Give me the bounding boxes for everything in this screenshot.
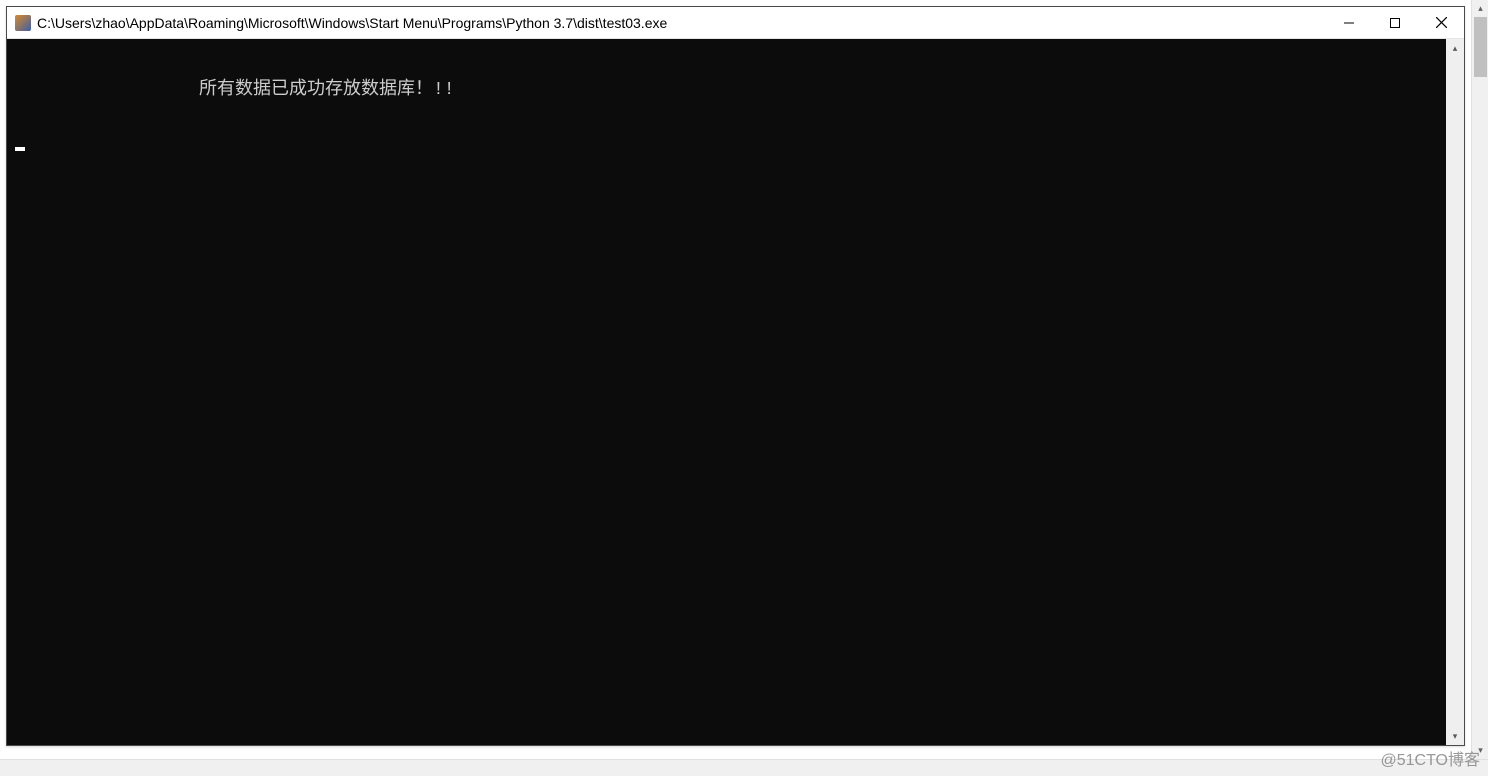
console-body[interactable]: 所有数据已成功存放数据库！!! bbox=[7, 39, 1446, 745]
titlebar[interactable]: C:\Users\zhao\AppData\Roaming\Microsoft\… bbox=[7, 7, 1464, 39]
outer-scroll-area: C:\Users\zhao\AppData\Roaming\Microsoft\… bbox=[0, 0, 1488, 759]
outer-scroll-up-icon[interactable]: ▴ bbox=[1472, 0, 1488, 17]
app-icon bbox=[15, 15, 31, 31]
outer-scrollbar-vertical[interactable]: ▴ ▾ bbox=[1471, 0, 1488, 759]
text-cursor bbox=[15, 147, 25, 151]
maximize-button[interactable] bbox=[1372, 7, 1418, 38]
window-title: C:\Users\zhao\AppData\Roaming\Microsoft\… bbox=[37, 15, 1326, 31]
console-output-line: 所有数据已成功存放数据库！!! bbox=[13, 43, 1446, 104]
console-scrollbar-vertical[interactable]: ▴ ▾ bbox=[1446, 39, 1464, 745]
console-body-wrap: 所有数据已成功存放数据库！!! ▴ ▾ bbox=[7, 39, 1464, 745]
browser-viewport: C:\Users\zhao\AppData\Roaming\Microsoft\… bbox=[0, 0, 1488, 776]
close-button[interactable] bbox=[1418, 7, 1464, 38]
outer-scrollbar-horizontal[interactable] bbox=[0, 759, 1488, 776]
scroll-up-icon[interactable]: ▴ bbox=[1446, 39, 1464, 57]
window-controls bbox=[1326, 7, 1464, 38]
scroll-down-icon[interactable]: ▾ bbox=[1446, 727, 1464, 745]
console-window: C:\Users\zhao\AppData\Roaming\Microsoft\… bbox=[6, 6, 1465, 746]
outer-scroll-thumb[interactable] bbox=[1474, 17, 1487, 77]
minimize-icon bbox=[1344, 18, 1354, 28]
outer-content: C:\Users\zhao\AppData\Roaming\Microsoft\… bbox=[0, 0, 1471, 759]
minimize-button[interactable] bbox=[1326, 7, 1372, 38]
outer-scroll-down-icon[interactable]: ▾ bbox=[1472, 742, 1488, 759]
close-icon bbox=[1436, 17, 1447, 28]
maximize-icon bbox=[1390, 18, 1400, 28]
